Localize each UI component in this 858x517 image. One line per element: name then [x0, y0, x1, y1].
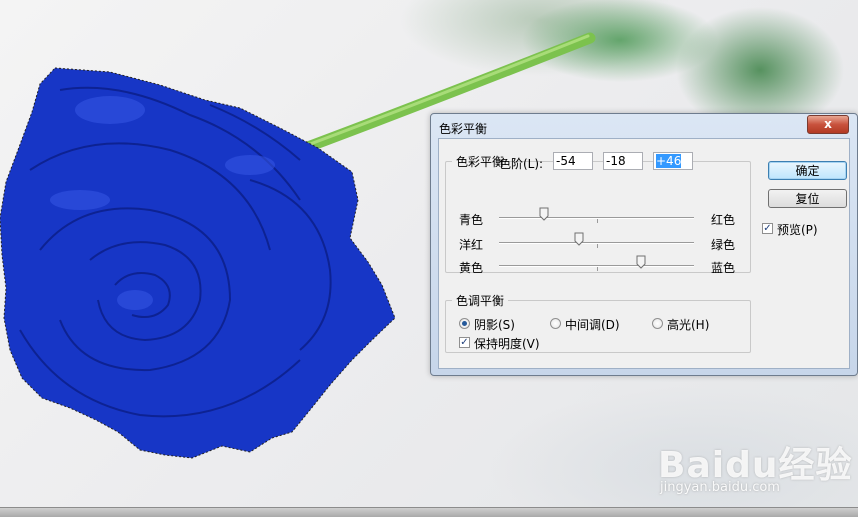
dialog-client-area: 色彩平衡 色阶(L): -54 -18 +46 青色 红色 洋红 绿色 黄色 蓝… [438, 138, 850, 369]
close-button[interactable]: x [807, 115, 849, 134]
tone-balance-legend: 色调平衡 [456, 294, 505, 308]
slider-thumb-cyan-red[interactable] [539, 207, 549, 221]
slider-label-red: 红色 [711, 213, 736, 227]
slider-center-tick [597, 267, 598, 271]
slider-thumb-yellow-blue[interactable] [636, 255, 646, 269]
slider-center-tick [597, 244, 598, 248]
slider-thumb-magenta-green[interactable] [574, 232, 584, 246]
preserve-luminosity-label[interactable]: 保持明度(V) [474, 335, 540, 352]
slider-center-tick [597, 219, 598, 223]
radio-midtones[interactable] [550, 318, 561, 329]
radio-highlights[interactable] [652, 318, 663, 329]
slider-label-green: 绿色 [711, 238, 736, 252]
slider-label-blue: 蓝色 [711, 261, 736, 275]
dialog-title: 色彩平衡 [439, 122, 488, 136]
slider-label-cyan: 青色 [459, 213, 484, 227]
color-balance-dialog: 色彩平衡 x 色彩平衡 色阶(L): -54 -18 +46 青色 红色 洋红 … [430, 113, 858, 376]
radio-label-shadows[interactable]: 阴影(S) [474, 316, 515, 333]
preview-label[interactable]: 预览(P) [777, 221, 818, 238]
ok-button[interactable]: 确定 [768, 161, 847, 180]
slider-label-yellow: 黄色 [459, 261, 484, 275]
radio-label-midtones[interactable]: 中间调(D) [565, 316, 620, 333]
preview-checkbox[interactable]: ✓ [762, 223, 773, 234]
radio-label-highlights[interactable]: 高光(H) [667, 316, 709, 333]
levels-input-yellow-blue[interactable]: +46 [653, 152, 693, 170]
levels-input-cyan-red[interactable]: -54 [553, 152, 593, 170]
preserve-luminosity-checkbox[interactable]: ✓ [459, 337, 470, 348]
levels-label: 色阶(L): [499, 157, 544, 171]
color-balance-group: 色彩平衡 [445, 153, 751, 273]
radio-shadows[interactable] [459, 318, 470, 329]
baidu-watermark-url: jingyan.baidu.com [660, 480, 780, 495]
levels-input-magenta-green[interactable]: -18 [603, 152, 643, 170]
reset-button[interactable]: 复位 [768, 189, 847, 208]
slider-label-magenta: 洋红 [459, 238, 484, 252]
